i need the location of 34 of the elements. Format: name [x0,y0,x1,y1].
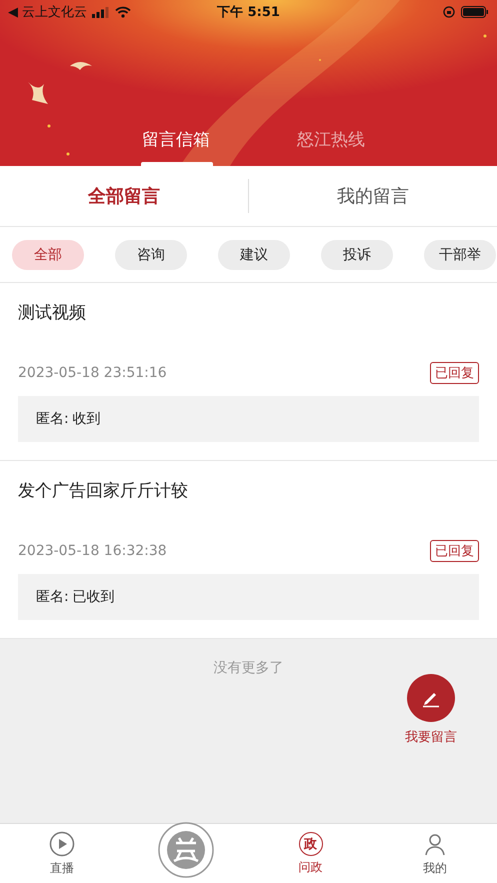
rotation-lock-icon [443,6,455,18]
filter-chip[interactable]: 建议 [218,240,290,270]
filter-chip[interactable]: 投诉 [321,240,393,270]
end-of-list-text: 没有更多了 [214,659,284,677]
reply-text: 已收到 [72,588,115,606]
clock-time: 下午 5:51 [217,4,280,21]
battery-icon [461,6,489,18]
back-to-app-link[interactable]: ◀ 云上文化云 [8,3,88,21]
header-tab[interactable]: 留言信箱 [128,128,224,166]
message-tab[interactable]: 全部留言 [0,184,248,208]
play-icon [49,830,76,856]
logo-icon[interactable] [157,820,216,878]
reply-text: 收到 [72,410,101,428]
message-card[interactable]: 测试视频 2023-05-18 23:51:16 已回复 匿名: 收到 [0,283,497,461]
live-tab[interactable]: 直播 [0,824,124,883]
filter-chip[interactable]: 干部举 [424,240,496,270]
status-badge: 已回复 [430,362,479,384]
filter-chip[interactable]: 咨询 [115,240,187,270]
message-time: 2023-05-18 23:51:16 [18,365,167,381]
profile-tab[interactable]: 我的 [372,824,497,883]
message-tab[interactable]: 我的留言 [249,184,497,208]
message-time: 2023-05-18 16:32:38 [18,543,167,559]
message-title: 发个广告回家斤斤计较 [18,480,189,503]
politics-tab[interactable]: 政 问政 [248,824,373,883]
wifi-icon [115,6,132,18]
reply-author: 匿名: [36,410,69,428]
filter-chip[interactable]: 全部 [12,240,84,270]
reply-author: 匿名: [36,588,69,606]
signal-icon [92,6,110,18]
status-badge: 已回复 [430,540,479,562]
birds-drawing [28,62,92,104]
politics-icon: 政 [298,832,323,856]
message-card[interactable]: 发个广告回家斤斤计较 2023-05-18 16:32:38 已回复 匿名: 已收到 [0,461,497,639]
message-title: 测试视频 [18,302,87,325]
